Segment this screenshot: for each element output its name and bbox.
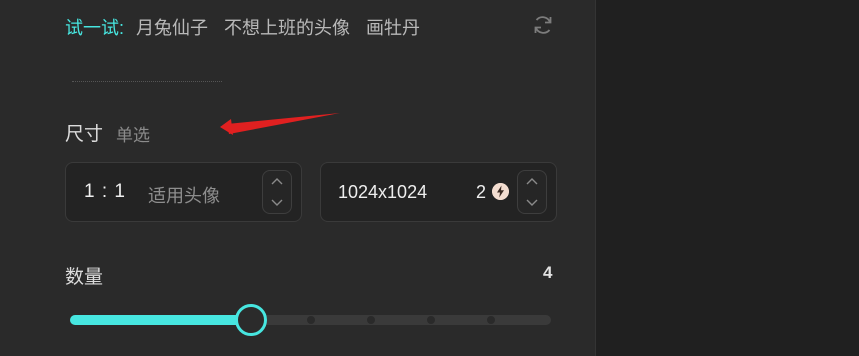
aspect-ratio-select[interactable]: 1 : 1 适用头像	[65, 162, 302, 222]
bolt-icon	[492, 183, 509, 200]
quantity-title: 数量	[65, 267, 104, 288]
slider-step-dot	[306, 316, 315, 324]
suggestion-3[interactable]: 画牡丹	[366, 14, 420, 40]
size-hint: 单选	[116, 126, 150, 145]
slider-step-dot	[366, 316, 375, 324]
divider	[72, 81, 222, 82]
resolution-value: 1024x1024	[338, 182, 428, 202]
annotation-arrow-icon	[220, 113, 340, 135]
try-suggestions-row: 试一试: 月兔仙子 不想上班的头像 画牡丹	[65, 14, 436, 40]
size-title: 尺寸	[65, 124, 104, 145]
settings-panel: 试一试: 月兔仙子 不想上班的头像 画牡丹 尺寸 单选 1 : 1 适用头像 1…	[0, 0, 596, 356]
resolution-stepper	[517, 170, 547, 214]
chevron-down-icon[interactable]	[263, 192, 291, 212]
suggestion-1[interactable]: 月兔仙子	[136, 14, 208, 40]
chevron-up-icon[interactable]	[518, 172, 546, 192]
suggestion-2[interactable]: 不想上班的头像	[224, 14, 350, 40]
quantity-value: 4	[543, 263, 553, 282]
chevron-up-icon[interactable]	[263, 172, 291, 192]
quantity-slider[interactable]	[70, 304, 551, 336]
resolution-select[interactable]: 1024x1024 2	[320, 162, 557, 222]
aspect-ratio-description: 适用头像	[148, 186, 220, 206]
slider-step-dot	[486, 316, 495, 324]
slider-step-dot	[426, 316, 435, 324]
slider-fill	[70, 315, 251, 325]
slider-thumb[interactable]	[235, 304, 268, 336]
aspect-ratio-stepper	[262, 170, 292, 214]
resolution-cost: 2	[476, 182, 487, 202]
chevron-down-icon[interactable]	[518, 192, 546, 212]
aspect-ratio-value: 1 : 1	[84, 181, 126, 202]
try-label: 试一试:	[65, 18, 125, 38]
refresh-icon[interactable]	[531, 13, 555, 37]
